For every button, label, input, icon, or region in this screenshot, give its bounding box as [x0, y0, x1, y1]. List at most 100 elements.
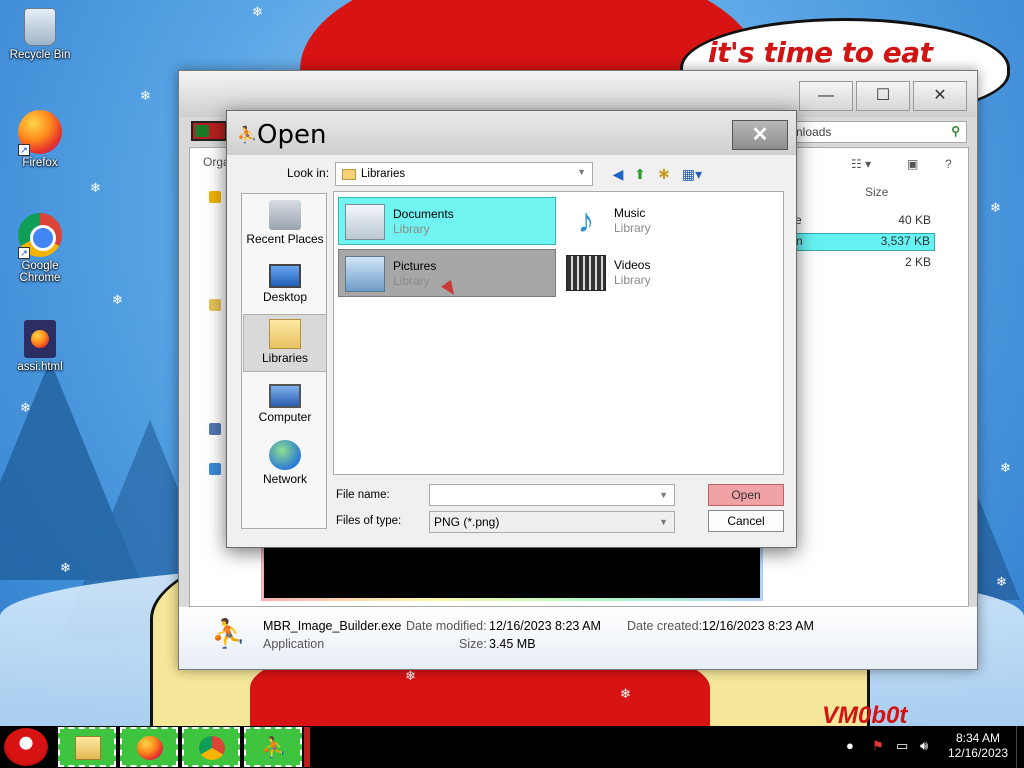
- library-name: Documents: [393, 207, 454, 221]
- snowflake-icon: ❄: [252, 4, 263, 19]
- shortcut-arrow-icon: ↗: [18, 144, 30, 156]
- snowflake-icon: ❄: [1000, 460, 1011, 475]
- place-label: Network: [262, 472, 307, 486]
- favorites-star-icon: [209, 191, 221, 203]
- view-menu-icon[interactable]: ▦▾: [679, 165, 705, 183]
- file-row[interactable]: 2 KB: [795, 255, 935, 273]
- taskbar-firefox[interactable]: [120, 727, 178, 767]
- details-size-label: Size:: [459, 637, 487, 651]
- dialog-close-button[interactable]: ✕: [732, 120, 788, 150]
- desktop-icon-label: Firefox: [22, 157, 58, 169]
- videos-library-icon: [566, 255, 606, 291]
- details-created-value: 12/16/2023 8:23 AM: [702, 619, 814, 633]
- dialog-titlebar[interactable]: ⛹ Open ✕: [227, 111, 796, 155]
- library-type: Library: [393, 274, 430, 288]
- desktop-icon-chrome[interactable]: ↗ Google Chrome: [2, 213, 78, 284]
- details-file-name: MBR_Image_Builder.exe: [263, 619, 402, 633]
- place-desktop[interactable]: Desktop: [243, 256, 327, 314]
- preview-pane-icon[interactable]: ▣: [907, 157, 918, 171]
- open-button[interactable]: Open: [708, 484, 784, 506]
- details-created-label: Date created:: [627, 619, 703, 633]
- file-row-size: 2 KB: [904, 255, 931, 269]
- look-in-dropdown[interactable]: Libraries ▼: [335, 162, 593, 186]
- application-icon: ⛹: [211, 618, 246, 649]
- library-type: Library: [393, 222, 430, 236]
- music-library-icon: ♪: [577, 202, 595, 240]
- file-list[interactable]: Documents Library ♪ Music Library Pictur…: [333, 191, 784, 475]
- place-label: Recent Places: [246, 232, 324, 246]
- desktop-icon-firefox[interactable]: ↗ Firefox: [2, 110, 78, 169]
- place-network[interactable]: Network: [243, 436, 327, 494]
- details-pane: ⛹ MBR_Image_Builder.exe Application Date…: [179, 607, 977, 669]
- back-arrow-icon[interactable]: ◀: [609, 165, 627, 183]
- search-text: nloads: [796, 125, 832, 139]
- network-icon: [269, 440, 301, 470]
- maximize-button[interactable]: ☐: [856, 81, 910, 111]
- file-name-label: File name:: [336, 489, 390, 501]
- documents-library-icon: [345, 204, 385, 240]
- place-recent-places[interactable]: Recent Places: [243, 196, 327, 254]
- place-label: Libraries: [261, 351, 309, 365]
- volume-icon[interactable]: 🔊︎: [920, 738, 928, 754]
- snowflake-icon: ❄: [112, 292, 123, 307]
- file-explorer-icon: [75, 736, 101, 760]
- places-bar: Recent Places Desktop Libraries Computer…: [241, 193, 327, 529]
- taskbar-mbr-image-builder[interactable]: ⛹: [244, 727, 302, 767]
- column-header-size[interactable]: Size: [865, 185, 888, 199]
- cancel-button[interactable]: Cancel: [708, 510, 784, 532]
- snowflake-icon: ❄: [140, 88, 151, 103]
- desktop-icon-recycle-bin[interactable]: Recycle Bin: [2, 8, 78, 61]
- file-type-dropdown[interactable]: PNG (*.png) ▼: [429, 511, 675, 533]
- explorer-nav-buttons[interactable]: [191, 121, 227, 141]
- pictures-library-icon: [345, 256, 385, 292]
- computer-icon: [269, 384, 301, 408]
- show-desktop-button[interactable]: [1016, 726, 1024, 768]
- libraries-folder-icon: [209, 299, 221, 311]
- place-label: Desktop: [262, 290, 308, 304]
- details-size-value: 3.45 MB: [489, 637, 536, 651]
- clock[interactable]: 8:34 AM 12/16/2023: [948, 731, 1008, 761]
- library-videos[interactable]: Videos Library: [560, 249, 778, 297]
- shortcut-arrow-icon: ↗: [18, 247, 30, 259]
- chevron-down-icon[interactable]: ▼: [659, 490, 668, 500]
- library-name: Music: [614, 206, 646, 220]
- taskbar-file-explorer[interactable]: [58, 727, 116, 767]
- up-folder-icon[interactable]: ⬆: [631, 165, 649, 183]
- file-row-size: 40 KB: [898, 213, 931, 227]
- search-icon[interactable]: ⚲: [951, 124, 960, 138]
- recycle-bin-icon: [24, 8, 56, 46]
- minimize-button[interactable]: —: [799, 81, 853, 111]
- file-type-value: PNG (*.png): [434, 515, 500, 529]
- desktop-icon-label: assi.html: [17, 361, 63, 373]
- tray-dot-icon[interactable]: ●: [846, 738, 854, 753]
- libraries-icon: [269, 319, 301, 349]
- library-documents[interactable]: Documents Library: [338, 197, 556, 245]
- place-libraries[interactable]: Libraries: [243, 314, 327, 372]
- file-row[interactable]: e 40 KB: [795, 213, 935, 231]
- desktop-icon-label: Recycle Bin: [9, 49, 71, 61]
- snowflake-icon: ❄: [996, 574, 1007, 589]
- taskbar-chrome[interactable]: [182, 727, 240, 767]
- library-music[interactable]: ♪ Music Library: [560, 197, 778, 245]
- taskbar: ⛹ ● ⚑ ▭ 🔊︎ 8:34 AM 12/16/2023: [0, 726, 1024, 768]
- network-tray-icon[interactable]: ▭: [896, 738, 908, 754]
- explorer-search-input[interactable]: nloads ⚲: [787, 121, 967, 143]
- view-options-icon[interactable]: ☷ ▾: [851, 157, 871, 171]
- libraries-folder-icon: [342, 169, 356, 180]
- open-dialog[interactable]: ⛹ Open ✕ Look in: Libraries ▼ ◀ ⬆ ✱ ▦▾ R…: [226, 110, 797, 548]
- file-name-input[interactable]: ▼: [429, 484, 675, 506]
- action-center-flag-icon[interactable]: ⚑: [872, 738, 884, 754]
- place-computer[interactable]: Computer: [243, 376, 327, 434]
- clock-time: 8:34 AM: [955, 731, 1000, 745]
- look-in-label: Look in:: [287, 166, 330, 180]
- start-button[interactable]: [4, 728, 48, 766]
- file-row-selected[interactable]: n 3,537 KB: [795, 233, 935, 251]
- place-label: Computer: [258, 410, 312, 424]
- new-folder-icon[interactable]: ✱: [655, 165, 673, 183]
- chrome-icon: ↗: [18, 213, 62, 259]
- close-button[interactable]: ✕: [913, 81, 967, 111]
- desktop-icon-html-file[interactable]: assi.html: [2, 320, 78, 373]
- firefox-icon: ↗: [18, 110, 62, 156]
- help-icon[interactable]: ?: [945, 157, 952, 171]
- library-name: Videos: [614, 258, 651, 272]
